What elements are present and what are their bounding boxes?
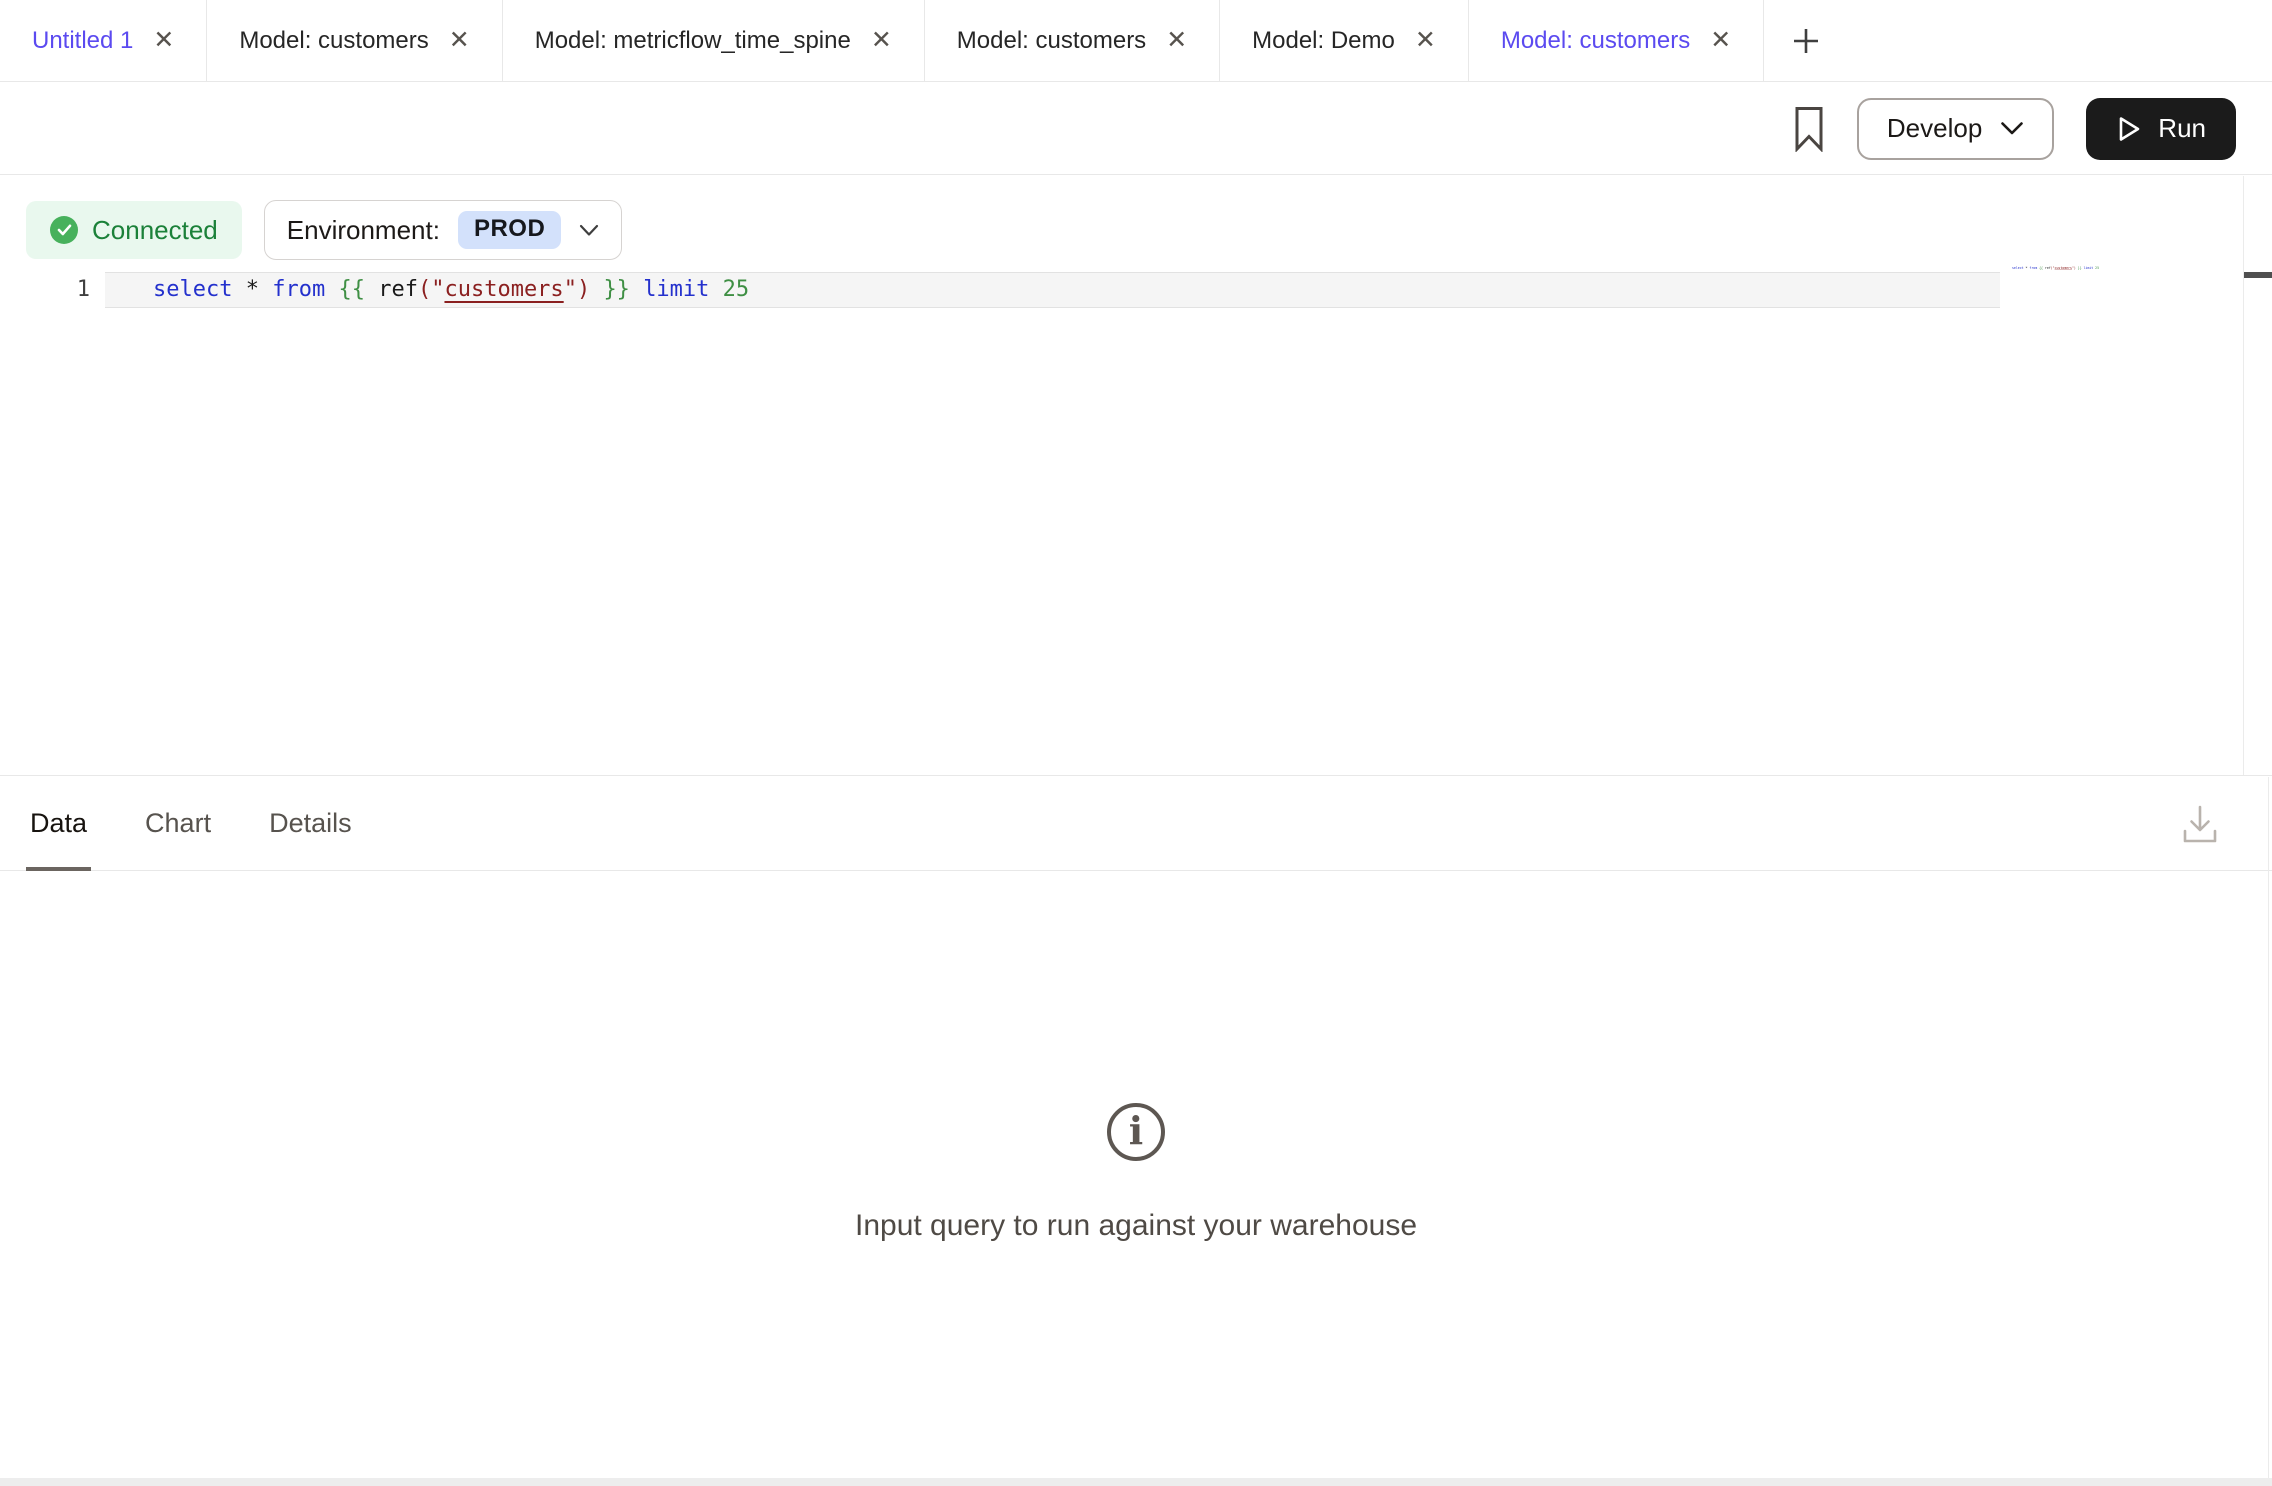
- status-bar: Connected Environment: PROD: [26, 200, 622, 260]
- horizontal-scrollbar[interactable]: [0, 1478, 2272, 1486]
- run-button-label: Run: [2158, 113, 2206, 144]
- close-tab-icon[interactable]: ✕: [449, 28, 470, 53]
- close-tab-icon[interactable]: ✕: [871, 28, 892, 53]
- bookmark-icon: [1793, 106, 1825, 152]
- empty-state-message: Input query to run against your warehous…: [855, 1209, 1417, 1243]
- close-tab-icon[interactable]: ✕: [153, 28, 174, 53]
- info-icon: i: [1107, 1103, 1165, 1161]
- code-token: *: [246, 277, 259, 302]
- bookmark-button[interactable]: [1793, 106, 1825, 152]
- environment-value-badge: PROD: [458, 211, 561, 249]
- code-token: select: [153, 277, 232, 302]
- editor-scrollbar[interactable]: [2243, 176, 2272, 775]
- ref-model-link[interactable]: customers: [2055, 266, 2072, 270]
- code-token: ref: [378, 277, 418, 302]
- develop-button-label: Develop: [1887, 113, 1982, 144]
- connection-status-label: Connected: [92, 215, 218, 246]
- download-button[interactable]: [2180, 803, 2220, 850]
- toolbar: Develop Run: [0, 83, 2272, 175]
- chevron-down-icon: [579, 224, 599, 237]
- editor-tab[interactable]: Model: metricflow_time_spine ✕: [503, 0, 925, 81]
- code-token: 25: [723, 277, 750, 302]
- editor-tab[interactable]: Model: customers ✕: [1469, 0, 1764, 81]
- code-token: ": [564, 277, 577, 302]
- results-tabs: Data Chart Details: [30, 777, 352, 870]
- code-token: ): [577, 277, 590, 302]
- code-token: [325, 277, 338, 302]
- code-token: (: [418, 277, 431, 302]
- code-token: select: [2012, 266, 2024, 270]
- play-icon: [2116, 115, 2142, 143]
- code-token: ": [431, 277, 444, 302]
- sql-editor: Connected Environment: PROD 1 select * f…: [0, 176, 2272, 776]
- info-icon-glyph: i: [1129, 1112, 1143, 1150]
- editor-tab[interactable]: Model: Demo ✕: [1220, 0, 1469, 81]
- ref-model-link[interactable]: customers: [444, 277, 563, 302]
- editor-scrollbar-thumb[interactable]: [2244, 272, 2272, 278]
- editor-tab[interactable]: Model: customers ✕: [925, 0, 1220, 81]
- download-icon: [2180, 803, 2220, 845]
- environment-selector[interactable]: Environment: PROD: [264, 200, 623, 260]
- run-button[interactable]: Run: [2086, 98, 2236, 160]
- tab-label: Untitled 1: [32, 27, 133, 55]
- editor-tab[interactable]: Untitled 1 ✕: [0, 0, 207, 81]
- results-tab-data[interactable]: Data: [30, 777, 87, 870]
- results-tab-label: Chart: [145, 808, 211, 839]
- code-token: 25: [2095, 266, 2099, 270]
- tab-label: Model: metricflow_time_spine: [535, 27, 851, 55]
- results-tab-label: Data: [30, 808, 87, 839]
- editor-tab[interactable]: Model: customers ✕: [207, 0, 502, 81]
- develop-button[interactable]: Develop: [1857, 98, 2054, 160]
- environment-label: Environment:: [287, 215, 440, 246]
- results-tab-details[interactable]: Details: [269, 777, 352, 870]
- tab-label: Model: Demo: [1252, 27, 1395, 55]
- close-tab-icon[interactable]: ✕: [1166, 28, 1187, 53]
- close-tab-icon[interactable]: ✕: [1710, 28, 1731, 53]
- code-token: limit: [643, 277, 709, 302]
- code-token: [590, 277, 603, 302]
- results-panel: Data Chart Details i Input query to run ag…: [0, 777, 2272, 1486]
- code-token: [259, 277, 272, 302]
- code-token: [630, 277, 643, 302]
- code-token: [232, 277, 245, 302]
- line-number: 1: [0, 273, 90, 307]
- tab-label: Model: customers: [1501, 27, 1690, 55]
- tab-label: Model: customers: [239, 27, 428, 55]
- plus-icon: [1790, 25, 1822, 57]
- results-tab-label: Details: [269, 808, 352, 839]
- check-icon: [50, 216, 78, 244]
- results-tab-chart[interactable]: Chart: [145, 777, 211, 870]
- code-token: from: [272, 277, 325, 302]
- code-token: [365, 277, 378, 302]
- code-token: [709, 277, 722, 302]
- new-tab-button[interactable]: [1764, 0, 1848, 81]
- minimap-line: select * from {{ ref("customers") }} lim…: [2012, 266, 2027, 270]
- results-tab-bar: Data Chart Details: [0, 777, 2272, 871]
- connection-status-badge: Connected: [26, 201, 242, 259]
- code-token: limit: [2084, 266, 2094, 270]
- tab-bar-tabs: Untitled 1✕Model: customers✕Model: metri…: [0, 0, 1764, 81]
- code-token: {{: [338, 277, 365, 302]
- code-token: from: [2029, 266, 2037, 270]
- code-line-content[interactable]: select * from {{ ref("customers") }} lim…: [105, 272, 2000, 308]
- chevron-down-icon: [2000, 121, 2024, 136]
- editor-minimap[interactable]: select * from {{ ref("customers") }} lim…: [2012, 266, 2112, 280]
- code-editor-line: 1 select * from {{ ref("customers") }} l…: [0, 272, 2272, 308]
- results-right-border: [2268, 777, 2269, 1478]
- close-tab-icon[interactable]: ✕: [1415, 28, 1436, 53]
- code-token: }}: [603, 277, 630, 302]
- empty-state: i Input query to run against your wareho…: [0, 1103, 2272, 1243]
- tab-bar: Untitled 1✕Model: customers✕Model: metri…: [0, 0, 2272, 82]
- tab-label: Model: customers: [957, 27, 1146, 55]
